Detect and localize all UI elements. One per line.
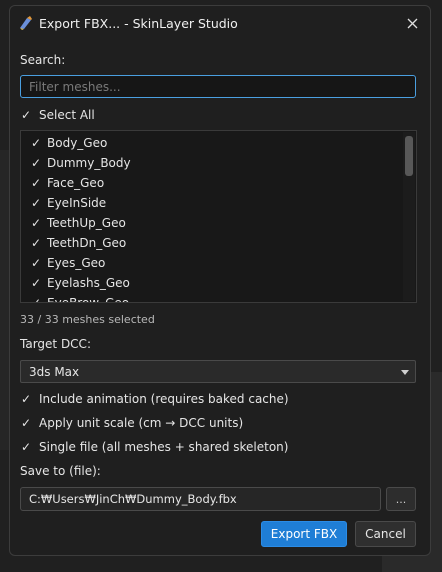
save-to-label: Save to (file): [20,464,101,478]
mesh-list-item[interactable]: ✓ Eyelashs_Geo [21,273,402,293]
select-all-checkbox[interactable]: ✓ Select All [20,108,95,122]
search-input[interactable] [20,75,416,98]
chevron-down-icon [401,370,409,375]
mesh-list-item[interactable]: ✓ Dummy_Body [21,153,402,173]
scrollbar-thumb[interactable] [405,136,413,176]
mesh-list-items: ✓ Body_Geo ✓ Dummy_Body ✓ Face_Geo ✓ EyeInSide ✓… [21,133,402,303]
check-icon: ✓ [31,196,42,210]
scrollbar[interactable] [403,132,415,301]
app-icon [18,15,34,31]
mesh-name: Eyes_Geo [47,256,106,270]
mesh-name: EyeBrow_Geo [47,296,130,303]
mesh-name: EyeInSide [47,196,107,210]
mesh-name: TeethUp_Geo [47,216,126,230]
include-animation-checkbox[interactable]: ✓ Include animation (requires baked cach… [20,392,289,406]
mesh-list-item[interactable]: ✓ EyeInSide [21,193,402,213]
close-button[interactable] [400,12,424,34]
check-icon: ✓ [31,176,42,190]
mesh-list-item[interactable]: ✓ EyeBrow_Geo [21,293,402,303]
check-icon: ✓ [31,216,42,230]
mesh-name: Dummy_Body [47,156,131,170]
include-animation-label: Include animation (requires baked cache) [39,392,289,406]
window-title: Export FBX... - SkinLayer Studio [39,16,238,31]
single-file-label: Single file (all meshes + shared skeleto… [39,440,289,454]
mesh-list-item[interactable]: ✓ Face_Geo [21,173,402,193]
mesh-name: TeethDn_Geo [47,236,127,250]
mesh-name: Eyelashs_Geo [47,276,130,290]
browse-button[interactable]: ... [386,487,416,511]
check-icon: ✓ [31,156,42,170]
target-dcc-select[interactable]: 3ds Max [20,360,416,383]
export-fbx-dialog: Export FBX... - SkinLayer Studio Search:… [9,5,431,556]
check-icon: ✓ [20,416,32,430]
select-all-label: Select All [39,108,95,122]
target-dcc-value: 3ds Max [29,364,80,379]
check-icon: ✓ [31,256,42,270]
save-path-input[interactable] [20,487,381,511]
mesh-name: Face_Geo [47,176,105,190]
check-icon: ✓ [20,440,32,454]
check-icon: ✓ [20,108,32,122]
apply-unit-scale-label: Apply unit scale (cm → DCC units) [39,416,244,430]
check-icon: ✓ [31,276,42,290]
export-fbx-button[interactable]: Export FBX [261,521,347,547]
mesh-list[interactable]: ✓ Body_Geo ✓ Dummy_Body ✓ Face_Geo ✓ EyeInSide ✓… [20,130,417,303]
cancel-button[interactable]: Cancel [355,521,416,547]
single-file-checkbox[interactable]: ✓ Single file (all meshes + shared skele… [20,440,289,454]
apply-unit-scale-checkbox[interactable]: ✓ Apply unit scale (cm → DCC units) [20,416,243,430]
mesh-list-item[interactable]: ✓ Eyes_Geo [21,253,402,273]
mesh-list-item[interactable]: ✓ Body_Geo [21,133,402,153]
mesh-name: Body_Geo [47,136,108,150]
target-dcc-label: Target DCC: [20,337,91,351]
check-icon: ✓ [31,236,42,250]
mesh-list-item[interactable]: ✓ TeethDn_Geo [21,233,402,253]
check-icon: ✓ [20,392,32,406]
check-icon: ✓ [31,296,42,303]
title-bar[interactable]: Export FBX... - SkinLayer Studio [10,6,430,40]
close-icon [407,18,417,28]
mesh-list-item[interactable]: ✓ TeethUp_Geo [21,213,402,233]
selection-count: 33 / 33 meshes selected [20,313,155,326]
check-icon: ✓ [31,136,42,150]
search-label: Search: [20,53,66,67]
